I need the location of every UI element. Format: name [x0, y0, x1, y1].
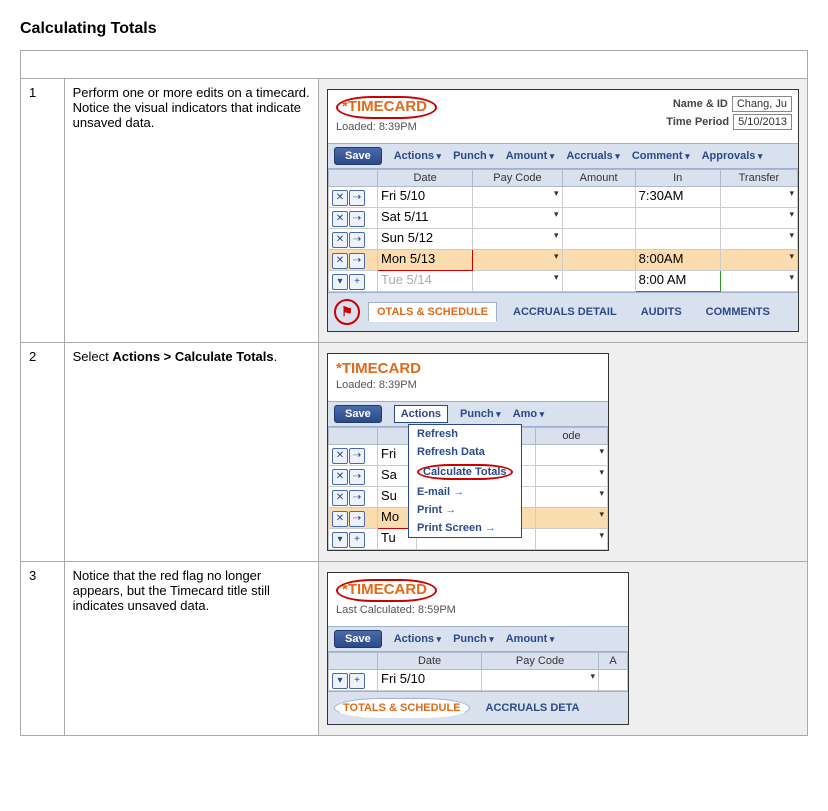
- data-grid: DatePay CodeA ▾+Fri 5/10: [328, 652, 628, 691]
- timecard-mini: *TIMECARD Loaded: 8:39PM Name & IDChang,…: [327, 89, 799, 332]
- menu-email[interactable]: E-mail: [409, 483, 521, 501]
- expand-icon[interactable]: ▾: [332, 532, 348, 548]
- step-number: 2: [21, 343, 65, 562]
- add-icon[interactable]: +: [349, 274, 365, 290]
- menu-comment[interactable]: Comment: [632, 150, 690, 162]
- timecard-title: *TIMECARD: [336, 96, 437, 119]
- menu-punch[interactable]: Punch: [453, 150, 494, 162]
- table-row[interactable]: ✕⇢ Fri 5/10 7:30AM: [329, 187, 798, 208]
- delete-icon[interactable]: ✕: [332, 511, 348, 527]
- delete-icon[interactable]: ✕: [332, 190, 348, 206]
- step-screenshot-cell: *TIMECARD Loaded: 8:39PM Save Actions Pu…: [319, 343, 808, 562]
- data-grid: Date Pay Code Amount In Transfer ✕⇢ Fri …: [328, 169, 798, 292]
- menu-amount[interactable]: Amount: [506, 150, 555, 162]
- bottom-tabs: TOTALS & SCHEDULE ACCRUALS DETA: [328, 691, 628, 724]
- add-icon[interactable]: +: [349, 673, 365, 689]
- delete-icon[interactable]: ✕: [332, 211, 348, 227]
- table-row[interactable]: ✕⇢ Mon 5/13 8:00AM: [329, 250, 798, 271]
- table-row[interactable]: ▾+Fri 5/10: [329, 670, 628, 691]
- save-button[interactable]: Save: [334, 405, 382, 423]
- page-title: Calculating Totals: [20, 20, 808, 38]
- add-icon[interactable]: ⇢: [349, 511, 365, 527]
- timecard-mini: *TIMECARD Loaded: 8:39PM Save Actions Pu…: [327, 353, 609, 551]
- bottom-tabs: ⚑ OTALS & SCHEDULE ACCRUALS DETAIL AUDIT…: [328, 292, 798, 331]
- menu-actions[interactable]: Actions: [394, 150, 441, 162]
- add-icon[interactable]: ⇢: [349, 469, 365, 485]
- menu-amount[interactable]: Amo: [513, 408, 544, 420]
- menu-refresh[interactable]: Refresh: [409, 425, 521, 443]
- steps-table: Step 1 Perform one or more edits on a ti…: [20, 50, 808, 736]
- step-number: 1: [21, 79, 65, 343]
- add-icon[interactable]: ⇢: [349, 232, 365, 248]
- period-label: Time Period: [666, 116, 729, 128]
- add-icon[interactable]: ⇢: [349, 448, 365, 464]
- tab-audits[interactable]: AUDITS: [633, 303, 690, 321]
- tab-accruals-detail[interactable]: ACCRUALS DETAIL: [505, 303, 625, 321]
- flag-icon: ⚑: [341, 304, 353, 320]
- menu-calculate-totals[interactable]: Calculate Totals: [409, 461, 521, 483]
- col-amount: Amount: [562, 170, 635, 187]
- loaded-time: Loaded: 8:39PM: [336, 379, 600, 391]
- col-transfer: Transfer: [720, 170, 797, 187]
- delete-icon[interactable]: ✕: [332, 469, 348, 485]
- table-row[interactable]: ✕⇢ Sat 5/11: [329, 208, 798, 229]
- tab-accruals-detail[interactable]: ACCRUALS DETA: [478, 699, 588, 717]
- step-screenshot-cell: *TIMECARD Last Calculated: 8:59PM Save A…: [319, 562, 808, 736]
- add-icon[interactable]: +: [349, 532, 365, 548]
- menu-print[interactable]: Print: [409, 501, 521, 519]
- add-icon[interactable]: ⇢: [349, 490, 365, 506]
- step-number: 3: [21, 562, 65, 736]
- period-field[interactable]: 5/10/2013: [733, 114, 792, 130]
- expand-icon[interactable]: ▾: [332, 274, 348, 290]
- flag-indicator: ⚑: [334, 299, 360, 325]
- step-description: Perform one or more edits on a timecard.…: [64, 79, 318, 343]
- save-button[interactable]: Save: [334, 630, 382, 648]
- step-description: Notice that the red flag no longer appea…: [64, 562, 318, 736]
- delete-icon[interactable]: ✕: [332, 490, 348, 506]
- delete-icon[interactable]: ✕: [332, 448, 348, 464]
- menu-amount[interactable]: Amount: [506, 633, 555, 645]
- paycode-dropdown[interactable]: [473, 187, 562, 208]
- toolbar: Save Actions Punch Amount: [328, 626, 628, 652]
- toolbar: Save Actions Punch Amount Accruals Comme…: [328, 143, 798, 169]
- table-row[interactable]: ✕⇢ Sun 5/12: [329, 229, 798, 250]
- timecard-title: *TIMECARD: [336, 360, 421, 377]
- delete-icon[interactable]: ✕: [332, 232, 348, 248]
- tab-totals-schedule[interactable]: TOTALS & SCHEDULE: [334, 698, 470, 718]
- nameid-field[interactable]: Chang, Ju: [732, 96, 792, 112]
- menu-accruals[interactable]: Accruals: [566, 150, 620, 162]
- table-row[interactable]: ▾+ Tue 5/14 8:00 AM: [329, 271, 798, 292]
- step-description: Select Actions > Calculate Totals.: [64, 343, 318, 562]
- nameid-label: Name & ID: [673, 98, 728, 110]
- tab-totals-schedule[interactable]: OTALS & SCHEDULE: [368, 302, 497, 322]
- save-button[interactable]: Save: [334, 147, 382, 165]
- actions-dropdown: Refresh Refresh Data Calculate Totals E-…: [408, 424, 522, 538]
- col-paycode: Pay Code: [473, 170, 562, 187]
- menu-refresh-data[interactable]: Refresh Data: [409, 443, 521, 461]
- expand-icon[interactable]: ▾: [332, 673, 348, 689]
- header-right: Name & ID Chang, Ju Time Period 5/10/2013: [666, 96, 792, 130]
- steps-header: Step: [21, 51, 808, 79]
- col-in: In: [635, 170, 720, 187]
- last-calculated: Last Calculated: 8:59PM: [336, 604, 620, 616]
- add-icon[interactable]: ⇢: [349, 190, 365, 206]
- timecard-mini: *TIMECARD Last Calculated: 8:59PM Save A…: [327, 572, 629, 725]
- menu-approvals[interactable]: Approvals: [702, 150, 763, 162]
- delete-icon[interactable]: ✕: [332, 253, 348, 269]
- transfer-dropdown[interactable]: [720, 187, 797, 208]
- add-icon[interactable]: ⇢: [349, 211, 365, 227]
- col-date: Date: [378, 170, 473, 187]
- tab-comments[interactable]: COMMENTS: [698, 303, 778, 321]
- menu-actions[interactable]: Actions: [394, 633, 441, 645]
- toolbar: Save Actions Punch Amo Refresh Refresh D…: [328, 401, 608, 427]
- add-icon[interactable]: ⇢: [349, 253, 365, 269]
- menu-punch[interactable]: Punch: [453, 633, 494, 645]
- step-screenshot-cell: *TIMECARD Loaded: 8:39PM Name & IDChang,…: [319, 79, 808, 343]
- menu-punch[interactable]: Punch: [460, 408, 501, 420]
- menu-print-screen[interactable]: Print Screen: [409, 519, 521, 537]
- timecard-title: *TIMECARD: [336, 579, 437, 602]
- menu-actions[interactable]: Actions: [394, 405, 448, 423]
